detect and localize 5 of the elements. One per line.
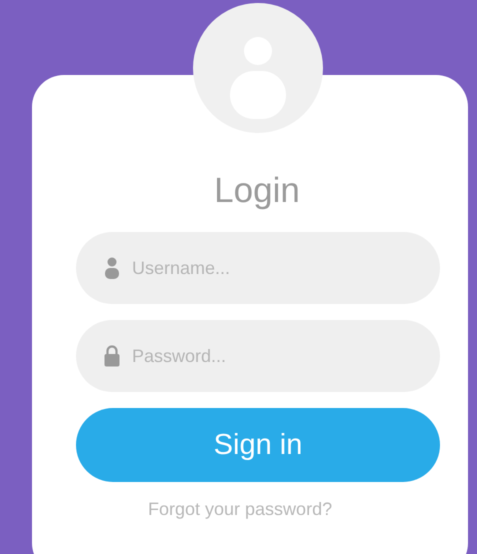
forgot-password-link[interactable]: Forgot your password? xyxy=(148,499,332,520)
login-title: Login xyxy=(214,170,300,212)
username-field[interactable]: Username... xyxy=(76,232,440,304)
password-field[interactable]: Password... xyxy=(76,320,440,392)
sign-in-button[interactable]: Sign in xyxy=(76,408,440,482)
